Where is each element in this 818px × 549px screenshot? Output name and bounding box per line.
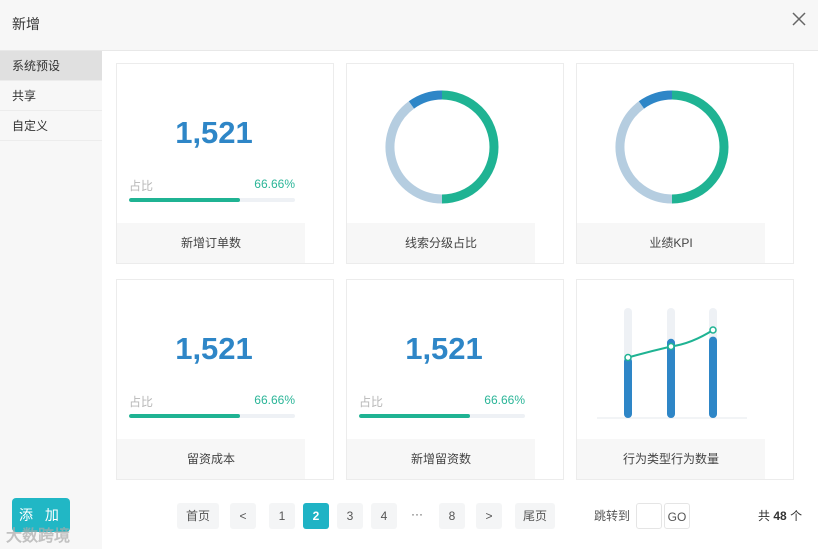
metric-value: 1,521 bbox=[175, 115, 253, 150]
ratio-value: 66.66% bbox=[254, 393, 295, 407]
ratio-label: 占比 bbox=[129, 395, 154, 409]
total-prefix: 共 bbox=[758, 509, 771, 523]
bar-line-chart bbox=[597, 308, 747, 419]
line-point-1 bbox=[624, 353, 632, 362]
jump-page-input[interactable] bbox=[636, 503, 662, 529]
metric-value: 1,521 bbox=[405, 331, 483, 366]
go-button[interactable]: GO bbox=[664, 503, 690, 529]
ratio-value: 66.66% bbox=[254, 177, 295, 191]
widget-card-lead-cost[interactable]: 1,521 占比 66.66% 留资成本 bbox=[116, 279, 334, 480]
widget-card-new-leads[interactable]: 1,521 占比 66.66% 新增留资数 bbox=[346, 279, 564, 480]
progress-fill bbox=[129, 414, 240, 418]
bar-3 bbox=[709, 336, 717, 418]
watermark: 大数跨境 bbox=[6, 528, 71, 545]
page-button-1[interactable]: 1 bbox=[269, 503, 295, 529]
page-button-2[interactable]: 2 bbox=[303, 503, 329, 529]
metric-value: 1,521 bbox=[175, 331, 253, 366]
total-suffix: 个 bbox=[790, 509, 803, 523]
bar-1 bbox=[624, 357, 632, 418]
prev-page-button[interactable]: < bbox=[230, 503, 256, 529]
donut-segment-2 bbox=[615, 101, 673, 204]
card-title: 线索分级占比 bbox=[347, 223, 535, 263]
widget-card-behavior[interactable]: 行为类型行为数量 bbox=[576, 279, 794, 480]
last-page-button[interactable]: 尾页 bbox=[515, 503, 555, 529]
donut-chart bbox=[615, 90, 729, 204]
line-point-3 bbox=[709, 326, 717, 334]
widget-card-new-orders[interactable]: 1,521 占比 66.66% 新增订单数 bbox=[116, 63, 334, 264]
card-title: 新增订单数 bbox=[117, 223, 305, 263]
sidebar-item-label: 系统预设 bbox=[12, 59, 61, 73]
donut-segment-3 bbox=[408, 90, 443, 109]
next-page-button[interactable]: > bbox=[476, 503, 502, 529]
sidebar-item-system-preset[interactable]: 系统预设 bbox=[0, 51, 102, 81]
ratio-value: 66.66% bbox=[484, 393, 525, 407]
page-button-4[interactable]: 4 bbox=[371, 503, 397, 529]
donut-segment-1 bbox=[671, 90, 729, 204]
first-page-button[interactable]: 首页 bbox=[177, 503, 219, 529]
total-number: 48 bbox=[773, 509, 787, 523]
ratio-progress-bar bbox=[359, 414, 525, 418]
donut-segment-2 bbox=[385, 101, 443, 204]
ratio-progress-bar bbox=[129, 414, 295, 418]
sidebar-item-custom[interactable]: 自定义 bbox=[0, 111, 102, 141]
total-count: 共 48 个 bbox=[758, 503, 802, 529]
sidebar-item-label: 共享 bbox=[12, 89, 37, 103]
progress-fill bbox=[359, 414, 470, 418]
dialog-header: 新增 bbox=[0, 0, 818, 51]
sidebar: 系统预设 共享 自定义 bbox=[0, 51, 102, 549]
sidebar-item-label: 自定义 bbox=[12, 119, 49, 133]
ratio-progress-bar bbox=[129, 198, 295, 202]
line-point-2 bbox=[667, 342, 675, 351]
close-icon[interactable] bbox=[792, 12, 806, 26]
card-title: 业绩KPI bbox=[577, 223, 765, 263]
donut-segment-3 bbox=[638, 90, 673, 109]
page-button-3[interactable]: 3 bbox=[337, 503, 363, 529]
widget-card-lead-grade[interactable]: 线索分级占比 bbox=[346, 63, 564, 264]
jump-to-label: 跳转到 bbox=[594, 509, 631, 523]
ratio-label: 占比 bbox=[359, 395, 384, 409]
page-button-8[interactable]: 8 bbox=[439, 503, 465, 529]
ratio-label: 占比 bbox=[129, 179, 154, 193]
pagination-ellipsis: ··· bbox=[411, 507, 423, 521]
card-title: 新增留资数 bbox=[347, 439, 535, 479]
sidebar-item-shared[interactable]: 共享 bbox=[0, 81, 102, 111]
card-title: 留资成本 bbox=[117, 439, 305, 479]
dialog-title: 新增 bbox=[12, 16, 40, 32]
donut-segment-1 bbox=[441, 90, 499, 204]
card-title: 行为类型行为数量 bbox=[577, 439, 765, 479]
donut-chart bbox=[385, 90, 499, 204]
progress-fill bbox=[129, 198, 240, 202]
bar-2 bbox=[667, 338, 675, 418]
widget-card-kpi[interactable]: 业绩KPI bbox=[576, 63, 794, 264]
